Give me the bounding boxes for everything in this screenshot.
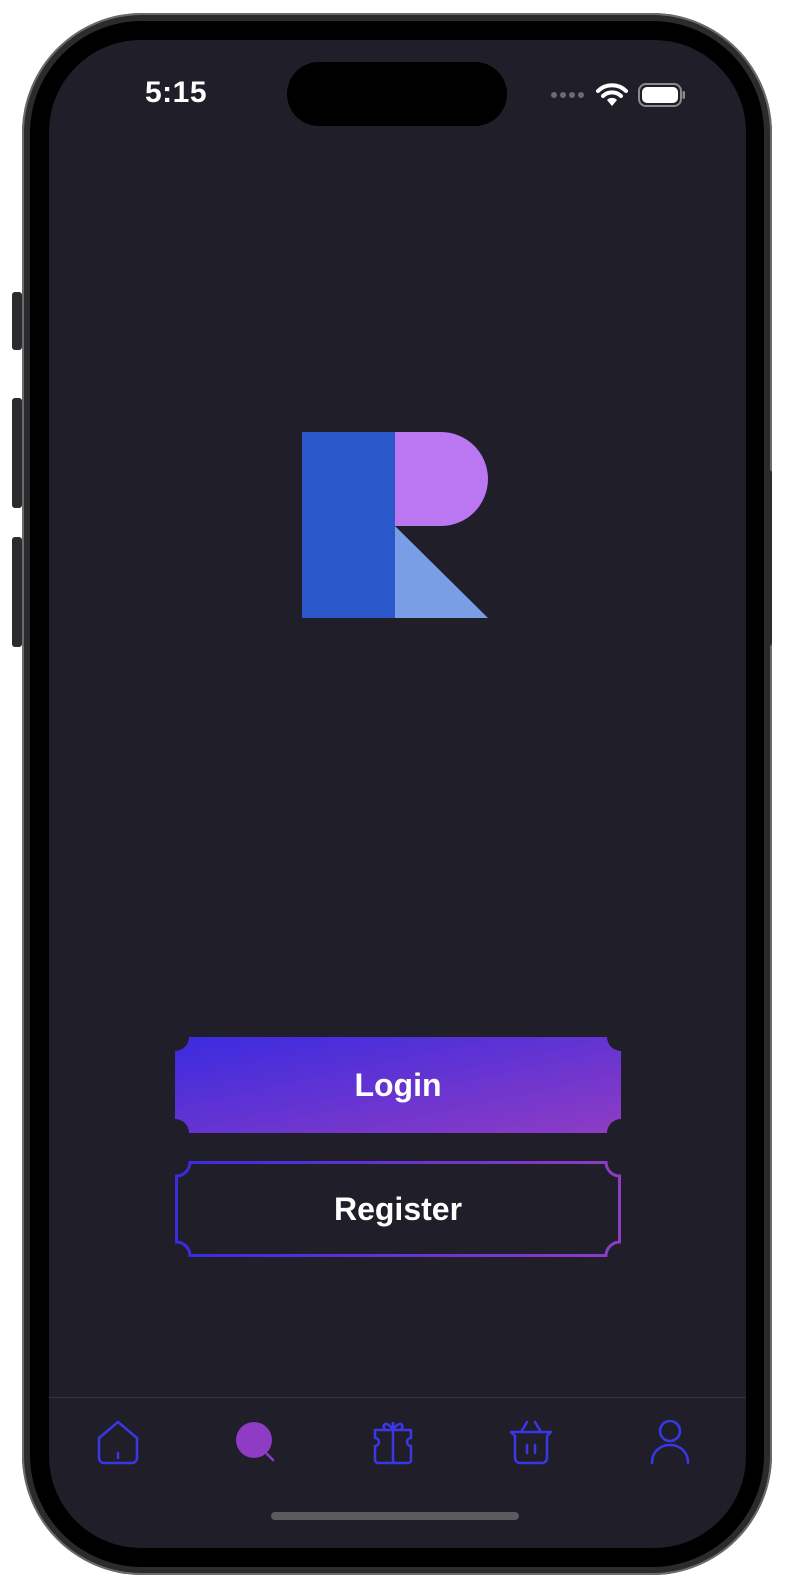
action-button <box>12 292 22 350</box>
app-screen: 5:15 Login Register <box>49 40 746 1548</box>
cellular-signal-icon <box>551 92 584 98</box>
home-indicator[interactable] <box>271 1512 519 1520</box>
tab-profile[interactable] <box>646 1418 694 1466</box>
volume-down-button <box>12 537 22 647</box>
status-icons <box>550 82 686 108</box>
register-button[interactable]: Register <box>175 1161 621 1257</box>
user-icon <box>650 1419 690 1465</box>
tab-bar-divider <box>49 1397 746 1398</box>
app-logo <box>302 432 488 618</box>
battery-icon <box>638 83 685 107</box>
wifi-icon <box>596 83 628 106</box>
basket-icon <box>509 1420 553 1465</box>
search-icon <box>236 1422 275 1462</box>
status-time: 5:15 <box>145 76 208 109</box>
tab-gifts[interactable] <box>369 1418 417 1466</box>
login-button[interactable]: Login <box>175 1037 621 1133</box>
home-icon <box>97 1420 139 1465</box>
tab-home[interactable] <box>94 1418 142 1466</box>
login-button-label: Login <box>354 1066 442 1103</box>
dynamic-island <box>287 62 507 126</box>
register-button-label: Register <box>333 1190 463 1227</box>
tab-basket[interactable] <box>507 1418 555 1466</box>
tab-search[interactable] <box>232 1418 280 1466</box>
gift-icon <box>373 1422 413 1465</box>
volume-up-button <box>12 398 22 508</box>
power-button <box>764 470 772 646</box>
